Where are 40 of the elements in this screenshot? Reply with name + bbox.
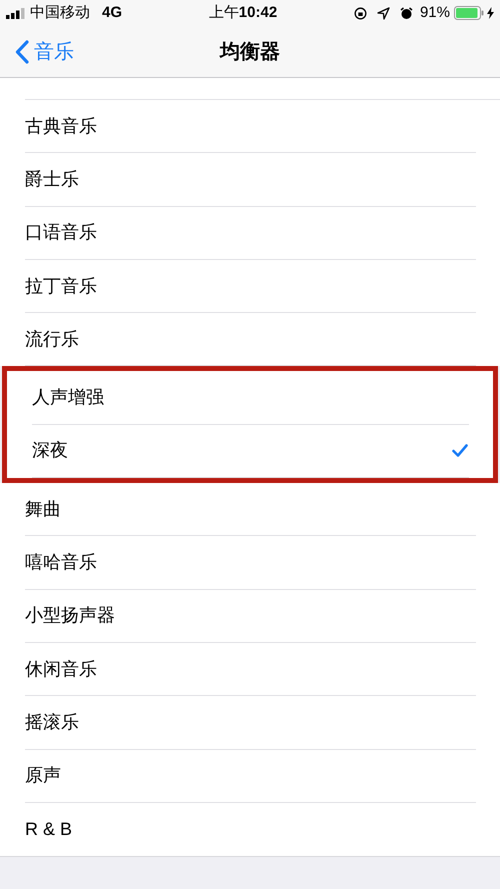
- list-row[interactable]: 古典音乐: [0, 100, 500, 154]
- alarm-icon: [400, 6, 413, 20]
- list-row[interactable]: R & B: [0, 802, 500, 856]
- list-item-label: 原声: [25, 764, 62, 788]
- list-item-label: 嘻哈音乐: [25, 551, 98, 574]
- status-time: 上午10:42: [208, 2, 278, 23]
- list-item-label: 人声增强: [32, 386, 105, 410]
- nav-title: 均衡器: [220, 40, 280, 64]
- list-item-label: 休闲音乐: [25, 658, 98, 681]
- list-item-label: 摇滚乐: [25, 710, 80, 734]
- list-row[interactable]: 爵士乐: [0, 153, 500, 207]
- list-item-label: 小型扬声器: [25, 604, 116, 628]
- back-button[interactable]: 音乐: [0, 36, 74, 66]
- network-type: 4G: [102, 2, 122, 23]
- list-row[interactable]: 休闲音乐: [0, 642, 500, 696]
- list-item-label: 拉丁音乐: [25, 274, 98, 298]
- list-item-label: 口语音乐: [25, 221, 98, 244]
- location-icon: [376, 6, 390, 20]
- list-row[interactable]: 舞曲: [0, 483, 500, 536]
- list-row[interactable]: 深夜: [7, 424, 493, 478]
- list-row[interactable]: 口语音乐: [0, 206, 500, 260]
- back-chevron-icon: [15, 40, 29, 64]
- charging-icon: [487, 7, 494, 19]
- rotation-lock-icon: [354, 6, 367, 20]
- list-row[interactable]: 流行乐: [0, 313, 500, 366]
- list-item-label: 流行乐: [25, 328, 80, 351]
- list-row[interactable]: 小型扬声器: [0, 590, 500, 643]
- carrier-name: 中国移动: [30, 2, 90, 23]
- list-row[interactable]: 摇滚乐: [0, 696, 500, 750]
- list-row[interactable]: 人声增强: [7, 371, 493, 425]
- list-row[interactable]: 嘻哈音乐: [0, 536, 500, 590]
- list-item-label: 爵士乐: [25, 168, 80, 191]
- battery-percent: 91%: [420, 2, 450, 23]
- list-item-label: R & B: [25, 818, 74, 841]
- list-row[interactable]: 拉丁音乐: [0, 260, 500, 314]
- list-row[interactable]: 原声: [0, 750, 500, 803]
- list-item-label: 舞曲: [25, 498, 62, 521]
- list-item-label: 深夜: [32, 439, 69, 462]
- battery-icon: [454, 6, 485, 20]
- list-item-label: 古典音乐: [25, 114, 98, 138]
